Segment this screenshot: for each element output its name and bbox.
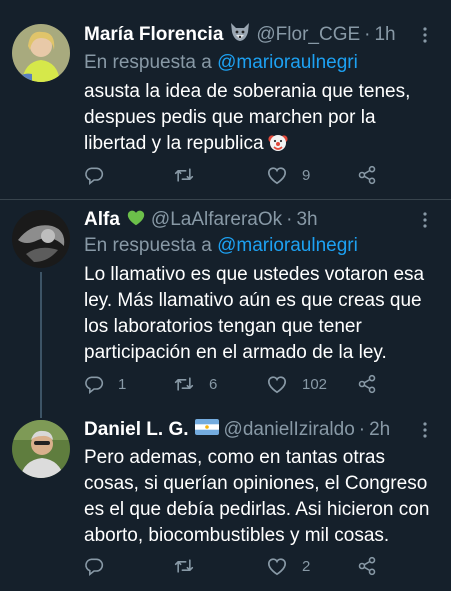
tweet-header: Alfa @LaAlfareraOk · 3h (84, 207, 318, 233)
reply-icon (84, 556, 104, 576)
retweet-count: 6 (209, 375, 218, 393)
heart-icon (266, 556, 288, 576)
separator-dot: · (286, 209, 293, 230)
tweet-actions: 9 (84, 164, 384, 186)
timestamp[interactable]: 1h (374, 24, 395, 46)
tweet-text-line: aborto, biocombustibles y mil cosas. (84, 525, 390, 546)
like-count: 2 (302, 557, 311, 575)
tweet-text-line: cosas, si querían opiniones, el Congreso (84, 473, 428, 494)
share-icon (357, 556, 377, 576)
tweet-text: Lo llamativo es que ustedes votaron esa … (84, 262, 436, 366)
share-button[interactable] (357, 164, 377, 186)
tweet-text-line: despues pedis que marchen por la (84, 107, 376, 128)
retweet-button[interactable]: 6 (173, 373, 217, 395)
wolf-emoji-icon (229, 22, 251, 48)
tweet-text: Pero ademas, como en tantas otras cosas,… (84, 445, 436, 549)
like-button[interactable]: 9 (266, 164, 310, 186)
avatar[interactable] (12, 210, 70, 268)
share-icon (357, 374, 377, 394)
display-name[interactable]: Daniel L. G. (84, 419, 189, 441)
green-heart-emoji-icon (126, 208, 146, 232)
tweet-actions: 1 6 102 (84, 373, 384, 395)
tweet-daniel-lg[interactable]: Daniel L. G. @danielIziraldo · 2h Pero a… (0, 410, 451, 591)
tweet-text-line: Pero ademas, como en tantas otras (84, 447, 385, 468)
tweet-text-line: participación en el armado de la ley. (84, 342, 387, 363)
like-button[interactable]: 102 (266, 373, 327, 395)
timestamp[interactable]: 2h (369, 419, 390, 441)
avatar[interactable] (12, 420, 70, 478)
reply-icon (84, 374, 104, 394)
display-name[interactable]: Alfa (84, 209, 120, 231)
retweet-icon (173, 374, 195, 394)
like-count: 102 (302, 375, 328, 393)
timestamp[interactable]: 3h (296, 209, 317, 231)
retweet-icon (173, 165, 195, 185)
timeline-feed: María Florencia @Flor_CGE · 1h En respue… (0, 0, 451, 591)
tweet-header: Daniel L. G. @danielIziraldo · 2h (84, 417, 390, 443)
heart-icon (266, 165, 288, 185)
reply-mention-link[interactable]: @marioraulnegri (217, 235, 358, 256)
separator-dot: · (364, 24, 371, 45)
reply-prefix: En respuesta a (84, 52, 212, 73)
reply-context: En respuesta a @marioraulnegri (84, 52, 358, 74)
tweet-alfa[interactable]: Alfa @LaAlfareraOk · 3h En respuesta a @… (0, 200, 451, 418)
clown-face-emoji-icon (267, 133, 288, 161)
share-button[interactable] (357, 373, 377, 395)
more-options-icon[interactable] (415, 420, 435, 440)
reply-mention-link[interactable]: @marioraulnegri (217, 52, 358, 73)
avatar[interactable] (12, 24, 70, 82)
tweet-text: asusta la idea de soberania que tenes, d… (84, 79, 436, 161)
reply-button[interactable] (84, 164, 104, 186)
more-options-icon[interactable] (415, 25, 435, 45)
like-button[interactable]: 2 (266, 555, 310, 577)
reply-prefix: En respuesta a (84, 235, 212, 256)
tweet-header: María Florencia @Flor_CGE · 1h (84, 22, 396, 48)
more-options-icon[interactable] (415, 210, 435, 230)
reply-count: 1 (118, 375, 127, 393)
reply-context: En respuesta a @marioraulnegri (84, 235, 358, 257)
reply-button[interactable] (84, 555, 104, 577)
heart-icon (266, 374, 288, 394)
tweet-text-line: ley. Más llamativo aún es que creas que (84, 290, 422, 311)
tweet-text-line: Lo llamativo es que ustedes votaron esa (84, 264, 425, 285)
separator-dot: · (358, 419, 366, 440)
argentina-flag-icon (194, 419, 219, 441)
user-handle[interactable]: @danielIziraldo (224, 419, 355, 441)
share-icon (357, 165, 377, 185)
user-handle[interactable]: @LaAlfareraOk (151, 209, 282, 231)
tweet-text-line: es el que debía pedirlas. Asi hicieron c… (84, 499, 430, 520)
retweet-icon (173, 556, 195, 576)
retweet-button[interactable] (173, 164, 195, 186)
tweet-maria-florencia[interactable]: María Florencia @Flor_CGE · 1h En respue… (0, 0, 451, 199)
share-button[interactable] (357, 555, 377, 577)
tweet-text-line: los laboratorios tengan que tener (84, 316, 362, 337)
reply-button[interactable]: 1 (84, 373, 126, 395)
user-handle[interactable]: @Flor_CGE (256, 24, 360, 46)
tweet-text-line: asusta la idea de soberania que tenes, (84, 81, 411, 102)
thread-connector (40, 272, 42, 418)
like-count: 9 (302, 166, 311, 184)
reply-icon (84, 165, 104, 185)
display-name[interactable]: María Florencia (84, 24, 223, 46)
tweet-text-line: libertad y la republica (84, 131, 436, 161)
retweet-button[interactable] (173, 555, 195, 577)
tweet-actions: 2 (84, 555, 384, 577)
